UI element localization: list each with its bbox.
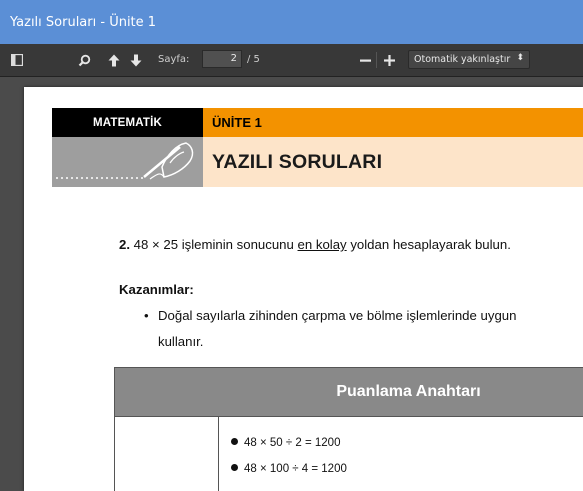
scoring-table: Puanlama Anahtarı 48 × 50 ÷ 2 = 1200 48 … (114, 367, 583, 491)
zoom-in-icon[interactable] (380, 44, 398, 76)
kazanim-line-1: Doğal sayılarla zihinden çarpma ve bölme… (158, 308, 517, 323)
zoom-select[interactable]: Otomatik yakınlaştır ⬍ (408, 50, 530, 69)
page-heading: YAZILI SORULARI (203, 137, 583, 187)
kazanim-item: • Doğal sayılarla zihinden çarpma ve bölm… (144, 308, 516, 323)
table-cell-empty (115, 416, 219, 491)
search-icon[interactable] (74, 44, 94, 76)
question-number: 2. (119, 237, 130, 252)
subject-label: MATEMATİK (52, 108, 203, 137)
pdf-page: MATEMATİK ÜNİTE 1 YAZILI SORULARI 2. 48 … (24, 87, 583, 491)
writing-hand-icon (52, 137, 203, 187)
page-total: / 5 (247, 54, 260, 65)
toolbar-separator (376, 52, 377, 68)
kazanim-line-2: kullanır. (158, 334, 204, 349)
bullet-dot-icon (231, 464, 238, 471)
bullet-symbol: • (144, 308, 149, 323)
select-arrows-icon: ⬍ (516, 53, 524, 63)
zoom-select-value: Otomatik yakınlaştır (414, 54, 511, 65)
question-text-start: 48 × 25 işleminin sonucunu (130, 237, 298, 252)
table-cell-solutions: 48 × 50 ÷ 2 = 1200 48 × 100 ÷ 4 = 1200 (219, 416, 583, 491)
list-item: 48 × 50 ÷ 2 = 1200 (231, 437, 340, 449)
list-item: 48 × 100 ÷ 4 = 1200 (231, 463, 347, 475)
arrow-down-icon[interactable] (126, 44, 146, 76)
page-number-input[interactable]: 2 (202, 50, 242, 68)
solution-text: 48 × 50 ÷ 2 = 1200 (244, 437, 341, 449)
zoom-out-icon[interactable] (356, 44, 374, 76)
arrow-up-icon[interactable] (104, 44, 124, 76)
solution-text: 48 × 100 ÷ 4 = 1200 (244, 463, 347, 475)
question-emphasis: en kolay (297, 237, 347, 252)
unit-label: ÜNİTE 1 (203, 108, 583, 137)
document-viewer[interactable]: MATEMATİK ÜNİTE 1 YAZILI SORULARI 2. 48 … (0, 77, 583, 491)
scoring-table-title: Puanlama Anahtarı (115, 368, 583, 416)
window-titlebar: Yazılı Soruları - Ünite 1 (0, 0, 583, 44)
page-label: Sayfa: (158, 54, 190, 65)
bullet-dot-icon (231, 438, 238, 445)
pdf-toolbar: Sayfa: 2 / 5 Otomatik yakınlaştır ⬍ (0, 44, 583, 77)
kazanimlar-title: Kazanımlar: (119, 282, 194, 297)
sidebar-toggle-icon[interactable] (6, 44, 28, 76)
question-text: 2. 48 × 25 işleminin sonucunu en kolay y… (119, 237, 511, 252)
question-text-end: yoldan hesaplayarak bulun. (346, 237, 511, 252)
window-title: Yazılı Soruları - Ünite 1 (10, 15, 157, 30)
